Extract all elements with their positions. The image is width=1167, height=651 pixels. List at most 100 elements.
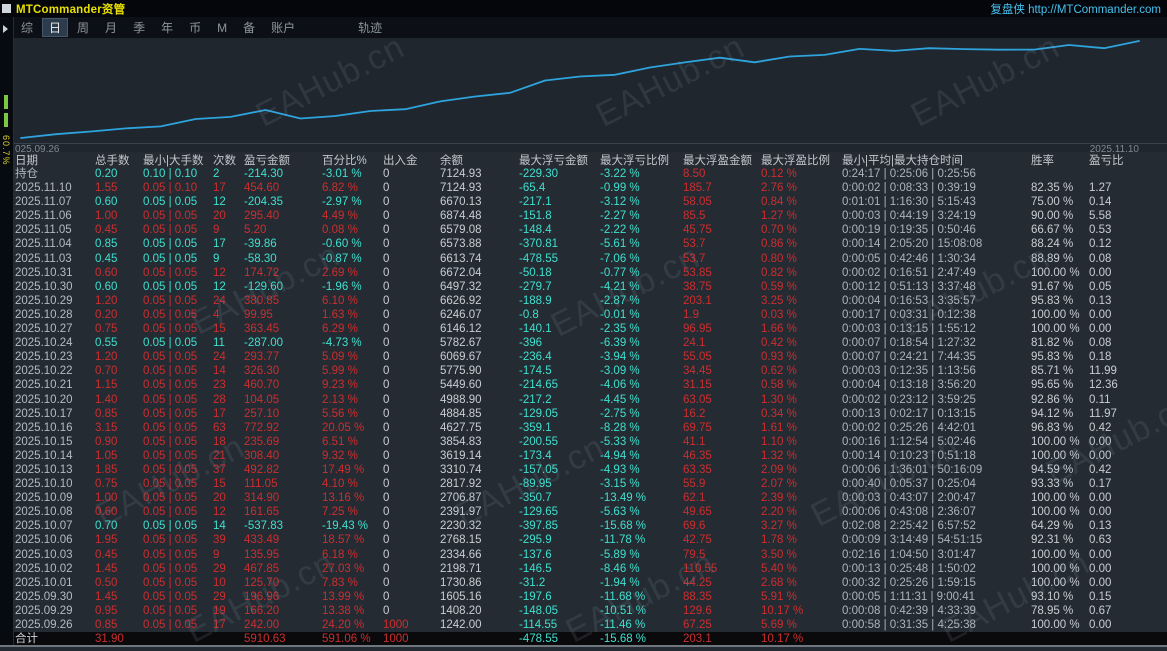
menu-item-综[interactable]: 综 xyxy=(14,18,40,37)
cell-maxdd: -397.85 xyxy=(519,520,559,533)
col-maxdd_pct: 最大浮亏比例 xyxy=(600,154,669,167)
cell-balance: 6874.48 xyxy=(440,210,482,223)
table-row[interactable]: 2025.10.24 0.55 0.05 | 0.05 11 -287.00 -4.73 … xyxy=(0,336,1167,350)
cell-winrate: 94.12 % xyxy=(1031,407,1074,420)
cell-date: 2025.09.30 xyxy=(15,590,73,603)
cell-maxfp_pct: 0.59 % xyxy=(761,280,797,293)
table-row[interactable]: 2025.10.21 1.15 0.05 | 0.05 23 460.70 9.23 % 0… xyxy=(0,378,1167,392)
cell-count: 18 xyxy=(213,435,226,448)
menu-item-季[interactable]: 季 xyxy=(126,18,152,37)
cell-maxdd_pct: -8.46 % xyxy=(600,562,640,575)
cell-inout: 0 xyxy=(383,393,390,406)
table-row[interactable]: 2025.11.05 0.45 0.05 | 0.05 9 5.20 0.08 % 0 657… xyxy=(0,223,1167,237)
table-row[interactable]: 2025.10.30 0.60 0.05 | 0.05 12 -129.60 -1.96 … xyxy=(0,280,1167,294)
table-row[interactable]: 2025.10.15 0.90 0.05 | 0.05 18 235.69 6.51 % 0… xyxy=(0,435,1167,449)
cell-date: 2025.10.07 xyxy=(15,520,73,533)
menu-item-周[interactable]: 周 xyxy=(70,18,96,37)
cell-pnl: 196.96 xyxy=(244,590,280,603)
table-row[interactable]: 2025.11.04 0.85 0.05 | 0.05 17 -39.86 -0.60 %… xyxy=(0,237,1167,251)
table-row[interactable]: 2025.11.03 0.45 0.05 | 0.05 9 -58.30 -0.87 % 0… xyxy=(0,252,1167,266)
table-row[interactable]: 2025.10.28 0.20 0.05 | 0.05 4 99.95 1.63 % 0 62… xyxy=(0,308,1167,322)
cell-ratio: 12.36 xyxy=(1089,379,1118,392)
menu-item-备[interactable]: 备 xyxy=(236,18,262,37)
table-row[interactable]: 2025.10.10 0.75 0.05 | 0.05 15 111.05 4.10 % 0… xyxy=(0,477,1167,491)
table-row[interactable]: 2025.10.23 1.20 0.05 | 0.05 24 293.77 5.09 % 0… xyxy=(0,350,1167,364)
brand-link[interactable]: 复盘侠 http://MTCommander.com xyxy=(990,1,1167,17)
menu-item-M[interactable]: M xyxy=(210,20,234,36)
table-row[interactable]: 2025.10.22 0.70 0.05 | 0.05 14 326.30 5.99 % 0… xyxy=(0,364,1167,378)
cell-maxdd: -173.4 xyxy=(519,449,552,462)
cell-inout: 0 xyxy=(383,379,390,392)
table-row[interactable]: 2025.10.13 1.85 0.05 | 0.05 37 492.82 17.49 %… xyxy=(0,463,1167,477)
cell-pct: 5.09 % xyxy=(322,351,358,364)
table-row[interactable]: 2025.10.03 0.45 0.05 | 0.05 9 135.95 6.18 % 0 2… xyxy=(0,548,1167,562)
cell-winrate: 66.67 % xyxy=(1031,224,1074,237)
table-row[interactable]: 2025.10.09 1.00 0.05 | 0.05 20 314.90 13.16 %… xyxy=(0,491,1167,505)
open-position-row[interactable]: 持仓 0.20 0.10 | 0.10 2 -214.30 -3.01 % 0 7124.93… xyxy=(0,167,1167,181)
cell-times: 0:00:03 | 0:44:19 | 3:24:19 xyxy=(842,210,976,223)
table-row[interactable]: 2025.10.06 1.95 0.05 | 0.05 39 433.49 18.57 %… xyxy=(0,533,1167,547)
cell-lots: 1.00 xyxy=(95,492,118,505)
cell-count: 17 xyxy=(213,407,226,420)
cell-inout: 0 xyxy=(383,266,390,279)
cell-minmax: 0.05 | 0.05 xyxy=(143,308,198,321)
expand-arrow-icon[interactable] xyxy=(3,25,8,33)
cell-ratio: 0.00 xyxy=(1089,308,1112,321)
menu-item-月[interactable]: 月 xyxy=(98,18,124,37)
cell-pct: 6.29 % xyxy=(322,323,358,336)
cell-pct: 27.03 % xyxy=(322,562,365,575)
cell-minmax: 0.05 | 0.05 xyxy=(143,506,198,519)
table-row[interactable]: 2025.09.29 0.95 0.05 | 0.05 19 166.20 13.38 %… xyxy=(0,604,1167,618)
cell-inout: 0 xyxy=(383,294,390,307)
table-row[interactable]: 2025.10.27 0.75 0.05 | 0.05 15 363.45 6.29 % 0… xyxy=(0,322,1167,336)
cell-winrate: 92.86 % xyxy=(1031,393,1074,406)
cell-balance: 5775.90 xyxy=(440,365,482,378)
cell-maxfp: 45.75 xyxy=(683,224,712,237)
table-row[interactable]: 2025.11.10 1.55 0.05 | 0.10 17 454.60 6.82 % 0… xyxy=(0,181,1167,195)
table-row[interactable]: 2025.10.31 0.60 0.05 | 0.05 12 174.72 2.69 % 0… xyxy=(0,266,1167,280)
cell-count: 29 xyxy=(213,562,226,575)
cell-maxdd_pct: -2.75 % xyxy=(600,407,640,420)
table-row[interactable]: 2025.11.07 0.60 0.05 | 0.05 12 -204.35 -2.97 … xyxy=(0,195,1167,209)
cell-winrate: 100.00 % xyxy=(1031,548,1080,561)
cell-times: 0:00:13 | 0:25:48 | 1:50:02 xyxy=(842,562,976,575)
cell-minmax: 0.05 | 0.05 xyxy=(143,619,198,631)
cell-maxdd: -89.95 xyxy=(519,478,552,491)
cell-ratio: 0.08 xyxy=(1089,337,1112,350)
table-row[interactable]: 2025.10.14 1.05 0.05 | 0.05 21 308.40 9.32 % 0… xyxy=(0,449,1167,463)
cell-count: 9 xyxy=(213,252,220,265)
cell-maxfp: 42.75 xyxy=(683,534,712,547)
cell-count: 17 xyxy=(213,182,226,195)
cell-maxdd: -151.8 xyxy=(519,210,552,223)
table-row[interactable]: 2025.10.20 1.40 0.05 | 0.05 28 104.05 2.13 % 0… xyxy=(0,393,1167,407)
cell-maxdd: -148.4 xyxy=(519,224,552,237)
table-row[interactable]: 2025.10.29 1.20 0.05 | 0.05 24 380.85 6.10 % 0… xyxy=(0,294,1167,308)
cell-maxdd: -478.55 xyxy=(519,252,559,265)
table-row[interactable]: 2025.10.17 0.85 0.05 | 0.05 17 257.10 5.56 % 0… xyxy=(0,407,1167,421)
menu-item-轨迹[interactable]: 轨迹 xyxy=(351,18,389,37)
table-row[interactable]: 2025.09.30 1.45 0.05 | 0.05 29 196.96 13.99 %… xyxy=(0,590,1167,604)
cell-maxfp_pct: 0.82 % xyxy=(761,266,797,279)
table-row[interactable]: 2025.10.16 3.15 0.05 | 0.05 63 772.92 20.05 %… xyxy=(0,421,1167,435)
menu-item-日[interactable]: 日 xyxy=(42,18,69,37)
menu-item-年[interactable]: 年 xyxy=(154,18,180,37)
cell-winrate: 82.35 % xyxy=(1031,182,1074,195)
table-row[interactable]: 2025.10.02 1.45 0.05 | 0.05 29 467.85 27.03 %… xyxy=(0,562,1167,576)
cell-maxdd_pct: -2.35 % xyxy=(600,323,640,336)
cell-maxdd: -350.7 xyxy=(519,492,552,505)
cell-times: 0:00:04 | 0:16:53 | 3:35:57 xyxy=(842,294,976,307)
cell-minmax: 0.05 | 0.05 xyxy=(143,421,198,434)
cell-maxdd: -197.6 xyxy=(519,590,552,603)
table-row[interactable]: 2025.09.26 0.85 0.05 | 0.05 17 242.00 24.20 %… xyxy=(0,618,1167,632)
cell-times: 0:02:16 | 1:04:50 | 3:01:47 xyxy=(842,548,976,561)
cell-maxfp: 55.05 xyxy=(683,351,712,364)
cell-maxdd_pct: -15.68 % xyxy=(600,520,647,533)
table-row[interactable]: 2025.10.08 0.60 0.05 | 0.05 12 161.65 7.25 % 0… xyxy=(0,505,1167,519)
table-row[interactable]: 2025.11.06 1.00 0.05 | 0.05 20 295.40 4.49 % 0… xyxy=(0,209,1167,223)
table-row[interactable]: 2025.10.07 0.70 0.05 | 0.05 14 -537.83 -19.43… xyxy=(0,519,1167,533)
cell-balance: 6579.08 xyxy=(440,224,482,237)
menu-item-币[interactable]: 币 xyxy=(182,18,208,37)
menu-item-账户[interactable]: 账户 xyxy=(264,18,302,37)
cell-inout: 0 xyxy=(383,576,390,589)
table-row[interactable]: 2025.10.01 0.50 0.05 | 0.05 10 125.70 7.83 % 0… xyxy=(0,576,1167,590)
